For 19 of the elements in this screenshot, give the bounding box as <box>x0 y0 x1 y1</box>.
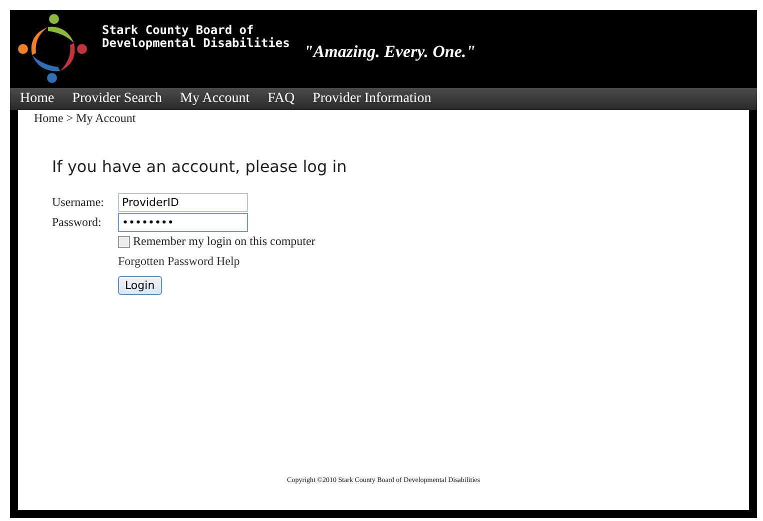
input-field[interactable]: ProviderID <box>118 192 248 212</box>
logo-icon <box>18 13 88 83</box>
checkbox-label: Remember my login on this computer <box>133 234 316 249</box>
tagline: "Amazing. Every. One." <box>304 42 476 62</box>
field-label: Password: <box>52 214 102 230</box>
organization-name: Developmental Disabilities <box>102 37 290 50</box>
nav-link[interactable]: Home <box>20 91 54 107</box>
login-button[interactable]: Login <box>118 276 162 295</box>
nav-link[interactable]: My Account <box>180 91 250 107</box>
breadcrumb: Home > My Account <box>33 110 137 126</box>
forgotten-password-link[interactable]: Forgotten Password Help <box>118 254 240 269</box>
nav-link[interactable]: Provider Search <box>72 91 162 107</box>
input-field[interactable]: •••••••• <box>118 212 248 232</box>
login-heading: If you have an account, please log in <box>52 157 348 176</box>
organization-name: Stark County Board of <box>102 24 255 37</box>
field-label: Username: <box>52 194 105 210</box>
nav-link[interactable]: Provider Information <box>312 91 432 107</box>
nav-link[interactable]: FAQ <box>268 91 295 107</box>
checkbox[interactable] <box>118 236 130 248</box>
